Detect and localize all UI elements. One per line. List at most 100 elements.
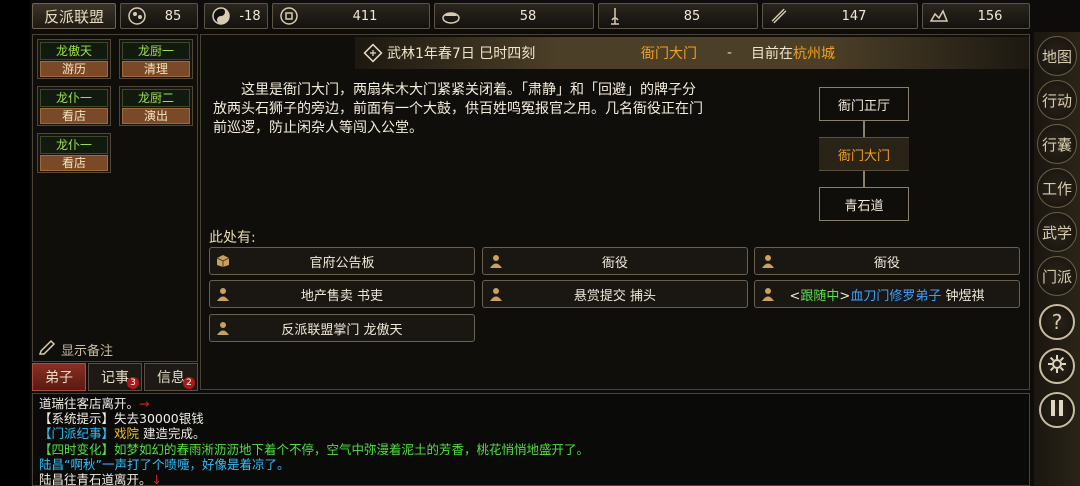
show-notes-toggle[interactable]: 显示备注 [38, 339, 114, 359]
population-icon [125, 4, 149, 28]
bag-icon: 行囊 [1041, 135, 1072, 154]
bracket: < [789, 288, 801, 304]
log-line: 【系统提示】失去30000银钱 [39, 411, 1023, 426]
tab-journal[interactable]: 记事 3 [88, 363, 142, 391]
disciple-action: 看店 [40, 108, 108, 124]
side-menu: 地图 行动 行囊 工作 武学 门派 ? [1034, 32, 1080, 486]
screen-edge [0, 0, 30, 486]
yin-yang-icon [209, 4, 233, 28]
disciple-card[interactable]: 龙厨一 清理 [119, 39, 193, 79]
log-line: 【门派纪事】戏院 建造完成。 [39, 426, 1023, 441]
settings-button[interactable] [1039, 348, 1075, 384]
entity-label: 地产售卖 书吏 [300, 288, 384, 304]
log-line: 陆昌往青石道离开。↓ [39, 472, 1023, 486]
arrow-down-icon: ↓ [151, 472, 162, 486]
disciple-card[interactable]: 龙仆一 看店 [37, 133, 111, 173]
game-time: 武林1年春7日 巳时四刻 [387, 46, 536, 62]
unread-badge: 2 [183, 377, 195, 389]
sect-name-button[interactable]: 反派联盟 [32, 3, 116, 29]
here-label: 此处有: [209, 230, 256, 246]
disciple-card[interactable]: 龙仆一 看店 [37, 86, 111, 126]
location-name: 衙门大门 [641, 46, 697, 62]
current-city-prefix: 目前在 [751, 46, 793, 62]
ore-icon [927, 4, 951, 28]
resource-coin: 411 [272, 3, 430, 29]
disciple-action: 演出 [122, 108, 190, 124]
log-text: 【系统提示】失去30000银钱 [39, 411, 204, 427]
log-line: 【四时变化】如梦如幻的春雨淅沥沥地下着个不停，空气中弥漫着泥土的芳香，桃花悄悄地… [39, 442, 1023, 457]
entity-npc[interactable]: 悬赏提交 捕头 [482, 280, 748, 308]
entity-bulletin-board[interactable]: 官府公告板 [209, 247, 475, 275]
pause-icon [1049, 398, 1065, 422]
arrow-right-icon: → [139, 396, 150, 411]
pause-button[interactable] [1039, 392, 1075, 428]
map-button[interactable]: 地图 [1037, 36, 1077, 76]
location-header: 武林1年春7日 巳时四刻 衙门大门 - 目前在杭州城 [355, 37, 1029, 69]
resource-grain: 58 [434, 3, 594, 29]
resource-population: 85 [120, 3, 198, 29]
disciple-action: 看店 [40, 155, 108, 171]
entity-npc[interactable]: 衙役 [754, 247, 1020, 275]
resource-ore: 156 [922, 3, 1030, 29]
martial-button[interactable]: 武学 [1037, 212, 1077, 252]
tab-disciples[interactable]: 弟子 [32, 363, 86, 391]
bracket: > [839, 288, 851, 304]
disciple-panel: 龙傲天 游历 龙厨一 清理 龙仆一 看店 龙厨二 演出 龙仆一 看店 显示备注 [32, 34, 198, 362]
work-button[interactable]: 工作 [1037, 168, 1077, 208]
map-node-current: 衙门大门 [819, 137, 909, 171]
disciple-action: 清理 [122, 61, 190, 77]
bag-button[interactable]: 行囊 [1037, 124, 1077, 164]
person-icon [216, 287, 230, 301]
log-text: 道瑞往客店离开。 [39, 396, 140, 411]
action-icon: 行动 [1041, 91, 1072, 110]
log-text: 建造完成。 [139, 426, 206, 442]
work-icon: 工作 [1041, 179, 1072, 198]
person-icon [489, 254, 503, 268]
unread-badge: 3 [127, 377, 139, 389]
help-button[interactable]: ? [1039, 304, 1075, 340]
tab-messages[interactable]: 信息 2 [144, 363, 198, 391]
person-icon [761, 287, 775, 301]
grain-icon [439, 4, 463, 28]
disciple-name: 龙厨一 [122, 42, 190, 60]
entity-npc[interactable]: 衙役 [482, 247, 748, 275]
map-path [863, 171, 865, 187]
martial-icon: 武学 [1041, 223, 1072, 242]
log-text: 陆昌往青石道离开。 [39, 472, 152, 486]
event-log[interactable]: 道瑞往客店离开。→ 【系统提示】失去30000银钱 【门派纪事】戏院 建造完成。… [32, 393, 1030, 486]
show-notes-label: 显示备注 [61, 343, 114, 359]
map-node-north[interactable]: 衙门正厅 [819, 87, 909, 121]
left-tabs: 弟子 记事 3 信息 2 [32, 363, 198, 391]
person-icon [489, 287, 503, 301]
entity-npc[interactable]: 地产售卖 书吏 [209, 280, 475, 308]
person-icon [216, 321, 230, 335]
log-highlight: 戏院 [114, 426, 140, 442]
compass-icon [363, 43, 383, 67]
disciple-name: 龙仆一 [40, 89, 108, 107]
entity-label: 反派联盟掌门 龙傲天 [281, 322, 403, 338]
tab-label: 记事 [101, 370, 129, 386]
disciple-card[interactable]: 龙厨二 演出 [119, 86, 193, 126]
log-line: 陆昌“啊秋”一声打了个喷嚏，好像是着凉了。 [39, 457, 1023, 472]
entity-npc-follower[interactable]: <跟随中>血刀门修罗弟子 钟煜祺 [754, 280, 1020, 308]
disciple-card[interactable]: 龙傲天 游历 [37, 39, 111, 79]
current-city: 目前在杭州城 [751, 43, 835, 63]
entity-label: <跟随中>血刀门修罗弟子 钟煜祺 [755, 285, 1019, 304]
log-text: 【四时变化】如梦如幻的春雨淅沥沥地下着个不停，空气中弥漫着泥土的芳香，桃花悄悄地… [39, 441, 590, 457]
resource-fame: 85 [598, 3, 758, 29]
following-tag: 跟随中 [800, 288, 840, 304]
resource-wood: 147 [762, 3, 918, 29]
coin-icon [277, 4, 301, 28]
map-icon: 地图 [1041, 47, 1072, 66]
action-button[interactable]: 行动 [1037, 80, 1077, 120]
entity-npc[interactable]: 反派联盟掌门 龙傲天 [209, 314, 475, 342]
box-icon [216, 254, 230, 268]
disciple-action: 游历 [40, 61, 108, 77]
sect-button[interactable]: 门派 [1037, 256, 1077, 296]
settings-gear-icon [1046, 353, 1068, 380]
help-icon: ? [1051, 310, 1063, 334]
disciple-name: 龙厨二 [122, 89, 190, 107]
resource-morality: -18 [204, 3, 268, 29]
map-node-south[interactable]: 青石道 [819, 187, 909, 221]
log-text: 陆昌“啊秋”一声打了个喷嚏，好像是着凉了。 [39, 456, 290, 472]
